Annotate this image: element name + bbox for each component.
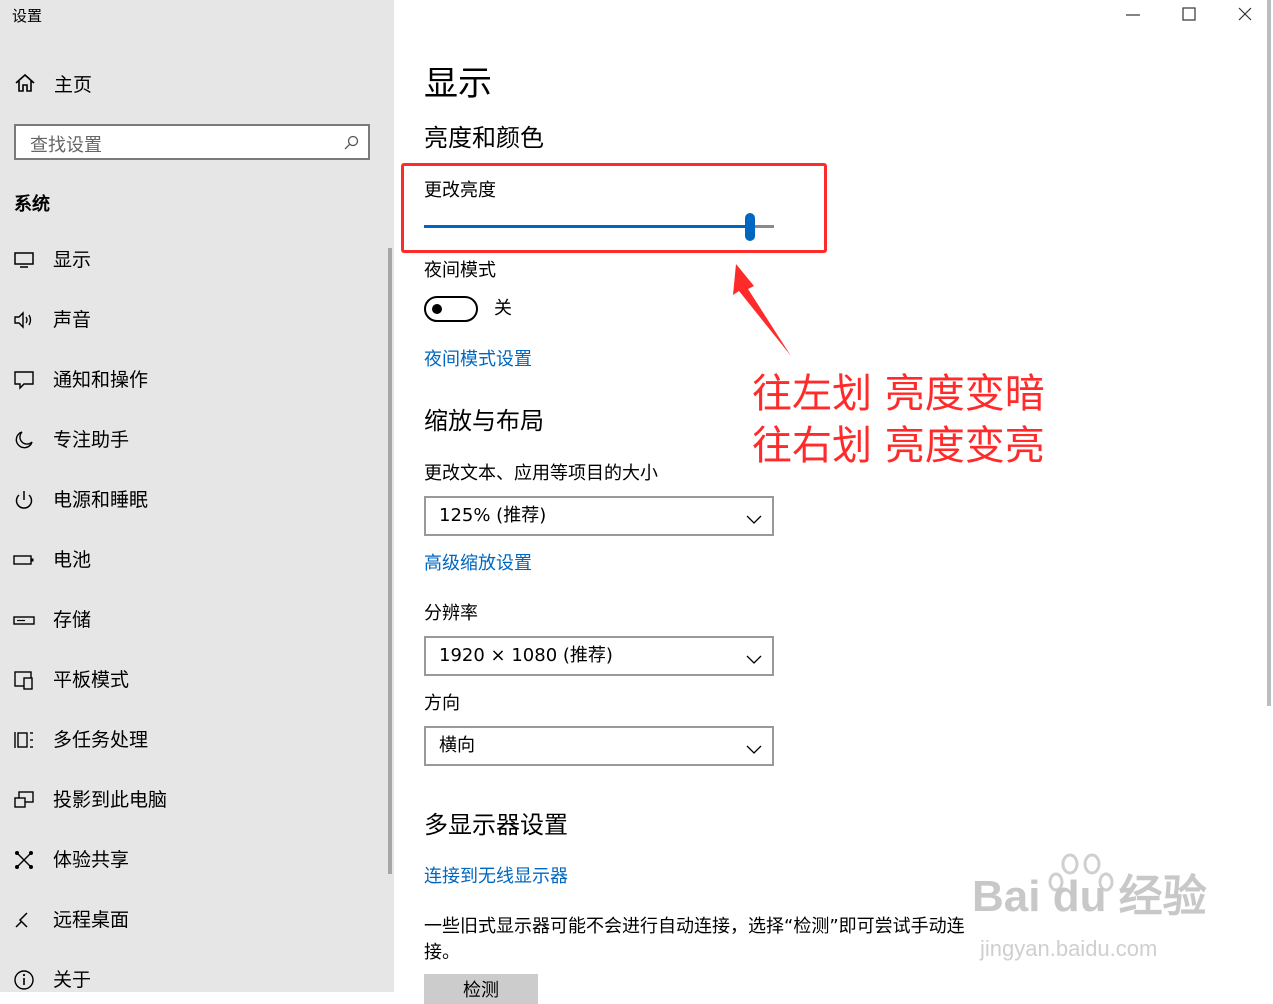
sidebar-item-label: 专注助手: [53, 429, 130, 451]
sidebar-item-multitasking[interactable]: 多任务处理: [0, 720, 380, 760]
watermark-url: jingyan.baidu.com: [980, 936, 1158, 961]
sidebar-item-display[interactable]: 显示: [0, 240, 380, 280]
resolution-dropdown[interactable]: 1920 × 1080 (推荐): [424, 636, 774, 676]
main-scrollbar[interactable]: [1267, 0, 1271, 706]
search-input[interactable]: 查找设置: [14, 124, 370, 160]
brightness-slider-fill: [424, 225, 750, 228]
home-icon: [14, 72, 36, 98]
annotation-highlight-box: [401, 163, 827, 253]
chevron-down-icon: [746, 740, 762, 759]
brightness-slider-thumb[interactable]: [745, 213, 755, 241]
power-icon: [13, 489, 35, 511]
app-title: 设置: [12, 7, 43, 25]
search-placeholder: 查找设置: [30, 135, 102, 156]
search-icon[interactable]: [343, 135, 359, 155]
page-title: 显示: [424, 64, 492, 104]
close-button[interactable]: [1234, 4, 1256, 26]
sidebar-item-tablet-mode[interactable]: 平板模式: [0, 660, 380, 700]
legacy-display-text: 一些旧式显示器可能不会进行自动连接，选择“检测”即可尝试手动连接。: [424, 916, 965, 963]
sidebar-item-label: 电池: [53, 549, 92, 571]
detect-button[interactable]: 检测: [424, 974, 538, 1004]
sidebar-item-battery[interactable]: 电池: [0, 540, 380, 580]
close-icon: [1238, 7, 1252, 21]
scale-dropdown[interactable]: 125% (推荐): [424, 496, 774, 536]
remote-desktop-icon: [13, 909, 35, 931]
multitasking-icon: [13, 729, 35, 751]
moon-icon: [13, 429, 35, 451]
info-icon: [13, 969, 35, 991]
chevron-down-icon: [746, 650, 762, 669]
scale-section-title: 缩放与布局: [424, 407, 544, 435]
sidebar-item-label: 显示: [53, 249, 92, 271]
orientation-label: 方向: [424, 693, 460, 714]
resolution-label: 分辨率: [424, 603, 478, 624]
sidebar-item-label: 声音: [53, 309, 92, 331]
toggle-knob: [432, 304, 442, 314]
sidebar-item-remote-desktop[interactable]: 远程桌面: [0, 900, 380, 940]
storage-icon: [13, 609, 35, 631]
maximize-button[interactable]: [1178, 4, 1200, 26]
minimize-icon: [1126, 14, 1140, 16]
minimize-button[interactable]: [1122, 4, 1144, 26]
sidebar-home[interactable]: 主页: [14, 72, 92, 98]
monitor-icon: [13, 249, 35, 271]
sidebar-item-label: 通知和操作: [53, 369, 149, 391]
sidebar-item-label: 电源和睡眠: [53, 489, 149, 511]
brightness-label: 更改亮度: [424, 180, 496, 201]
speaker-icon: [13, 309, 35, 331]
orientation-value: 横向: [439, 735, 475, 756]
project-icon: [13, 789, 35, 811]
advanced-scaling-link[interactable]: 高级缩放设置: [424, 552, 532, 576]
scale-label: 更改文本、应用等项目的大小: [424, 463, 658, 484]
sidebar-item-label: 体验共享: [53, 849, 130, 871]
night-mode-settings-link[interactable]: 夜间模式设置: [424, 348, 532, 372]
sidebar-item-shared-experiences[interactable]: 体验共享: [0, 840, 380, 880]
sidebar-section-title: 系统: [14, 194, 50, 215]
notification-icon: [13, 369, 35, 391]
sidebar-item-power-sleep[interactable]: 电源和睡眠: [0, 480, 380, 520]
night-mode-toggle[interactable]: [424, 296, 478, 322]
sidebar-item-project-to-pc[interactable]: 投影到此电脑: [0, 780, 380, 820]
scale-value: 125% (推荐): [439, 505, 547, 526]
sidebar-item-label: 多任务处理: [53, 729, 149, 751]
night-mode-label: 夜间模式: [424, 260, 496, 281]
tablet-mode-icon: [13, 669, 35, 691]
sidebar-item-label: 存储: [53, 609, 92, 631]
sidebar-item-sound[interactable]: 声音: [0, 300, 380, 340]
night-mode-state: 关: [494, 298, 512, 319]
sidebar: 设置 主页 查找设置 系统 显示 声音 通知和操作 专注助手 电源和睡眠 电池: [0, 0, 394, 992]
sidebar-item-notifications[interactable]: 通知和操作: [0, 360, 380, 400]
annotation-arrow-icon: [733, 264, 791, 356]
sidebar-item-label: 远程桌面: [53, 909, 130, 931]
brightness-slider[interactable]: [424, 213, 774, 241]
shared-experience-icon: [13, 849, 35, 871]
sidebar-item-storage[interactable]: 存储: [0, 600, 380, 640]
chevron-down-icon: [746, 510, 762, 529]
sidebar-item-about[interactable]: 关于: [0, 960, 380, 1000]
sidebar-item-focus-assist[interactable]: 专注助手: [0, 420, 380, 460]
annotation-text-line1: 往左划 亮度变暗: [752, 371, 1045, 417]
orientation-dropdown[interactable]: 横向: [424, 726, 774, 766]
watermark-brand: Bai du 经验: [972, 872, 1207, 921]
multi-display-section-title: 多显示器设置: [424, 811, 568, 839]
battery-icon: [13, 549, 35, 571]
wireless-display-link[interactable]: 连接到无线显示器: [424, 865, 568, 889]
sidebar-item-label: 关于: [53, 969, 92, 991]
annotation-text-line2: 往右划 亮度变亮: [752, 423, 1045, 469]
maximize-icon: [1182, 7, 1196, 21]
sidebar-scrollbar[interactable]: [388, 248, 392, 874]
sidebar-item-label: 平板模式: [53, 669, 130, 691]
brightness-section-title: 亮度和颜色: [424, 124, 544, 152]
home-label: 主页: [54, 74, 93, 96]
resolution-value: 1920 × 1080 (推荐): [439, 645, 613, 666]
sidebar-item-label: 投影到此电脑: [53, 789, 168, 811]
